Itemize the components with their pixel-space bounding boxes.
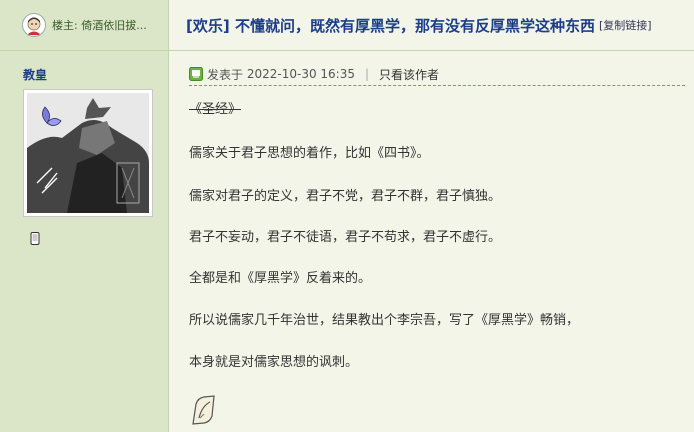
author-avatar-image xyxy=(27,93,149,213)
thread-title-text: 不懂就问，既然有厚黑学，那有没有反厚黑学这种东西 xyxy=(234,16,595,35)
thread-op-link[interactable]: 楼主: 倚酒依旧拔... xyxy=(52,17,162,33)
posted-prefix: 发表于 xyxy=(207,67,244,82)
user-avatar-icon[interactable] xyxy=(22,13,46,37)
copy-link-button[interactable]: [复制链接] xyxy=(599,17,652,33)
mobile-phone-icon xyxy=(30,230,40,249)
thread-page: 楼主: 倚酒依旧拔... [欢乐] 不懂就问，既然有厚黑学，那有没有反厚黑学这种… xyxy=(0,0,694,432)
thread-title: [欢乐] 不懂就问，既然有厚黑学，那有没有反厚黑学这种东西 xyxy=(186,15,595,36)
post-author-name[interactable]: 教皇 xyxy=(23,66,47,83)
post-line-5: 所以说儒家几千年治世，结果教出个李宗吾，写了《厚黑学》畅销， xyxy=(189,313,580,328)
post-line-0: 《圣经》 xyxy=(189,102,242,117)
author-avatar[interactable] xyxy=(23,89,153,217)
post-line-2: 儒家对君子的定义，君子不党，君子不群，君子慎独。 xyxy=(189,189,502,204)
posted-time: 2022-10-30 16:35 xyxy=(246,67,355,81)
op-prefix: 楼主: xyxy=(52,19,78,32)
only-author-link[interactable]: 只看该作者 xyxy=(379,66,439,83)
post-line-4: 全都是和《厚黑学》反着来的。 xyxy=(189,271,372,286)
meta-separator: | xyxy=(364,67,370,81)
thread-title-row: [欢乐] 不懂就问，既然有厚黑学，那有没有反厚黑学这种东西 [复制链接] xyxy=(186,0,686,50)
post-line-3: 君子不妄动，君子不徒语，君子不苟求，君子不虚行。 xyxy=(189,230,502,245)
thread-header: 楼主: 倚酒依旧拔... [欢乐] 不懂就问，既然有厚黑学，那有没有反厚黑学这种… xyxy=(0,0,694,51)
online-status-icon xyxy=(189,67,203,81)
post-line-1: 儒家关于君子思想的着作，比如《四书》。 xyxy=(189,146,430,161)
thread-op-info: 楼主: 倚酒依旧拔... xyxy=(0,0,168,50)
post-line-6: 本身就是对儒家思想的讽刺。 xyxy=(189,355,359,370)
post-meta: 发表于 2022-10-30 16:35 | 只看该作者 xyxy=(189,63,685,86)
op-name: 倚酒依旧拔... xyxy=(81,19,147,32)
thread-category[interactable]: [欢乐] xyxy=(186,17,230,35)
signature-quill-icon xyxy=(190,394,218,430)
